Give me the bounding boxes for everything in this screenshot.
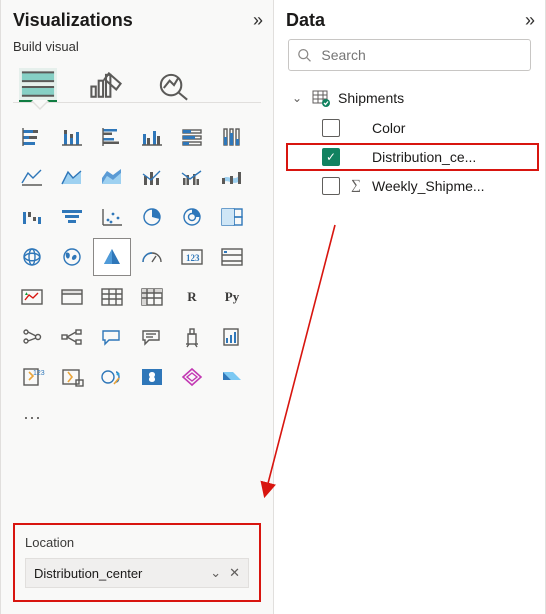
format-icon: [87, 69, 125, 101]
viz-subtitle: Build visual: [13, 39, 261, 54]
chevron-down-icon: ⌄: [290, 91, 304, 105]
viz-power-apps[interactable]: 123: [13, 358, 51, 396]
viz-qna[interactable]: [93, 318, 131, 356]
viz-line-stacked-column[interactable]: [133, 158, 171, 196]
fields-tree: ⌄ Shipments Color ✓ Distribution_ce... ∑…: [286, 83, 533, 201]
viz-filled-map[interactable]: [53, 238, 91, 276]
viz-pie[interactable]: [133, 198, 171, 236]
chip-remove-icon[interactable]: ✕: [229, 565, 240, 581]
viz-donut[interactable]: [173, 198, 211, 236]
viz-line-clustered-column[interactable]: [173, 158, 211, 196]
viz-stacked-bar[interactable]: [13, 118, 51, 156]
viz-ribbon[interactable]: [213, 158, 251, 196]
field-name: Color: [372, 120, 405, 136]
viz-title: Visualizations: [13, 10, 133, 31]
viz-clustered-bar[interactable]: [93, 118, 131, 156]
checkbox-weekly-shipments[interactable]: [322, 177, 340, 195]
viz-clustered-column[interactable]: [133, 118, 171, 156]
viz-esri[interactable]: [133, 358, 171, 396]
sigma-icon: ∑: [348, 178, 364, 194]
search-icon: [297, 47, 311, 63]
viz-multi-row-card[interactable]: [213, 238, 251, 276]
viz-matrix[interactable]: [133, 278, 171, 316]
viz-waterfall[interactable]: [13, 198, 51, 236]
tab-analytics[interactable]: [155, 68, 193, 102]
location-field-well: Location Distribution_center ⌄ ✕: [13, 523, 261, 602]
table-name: Shipments: [338, 90, 404, 106]
viz-collapse-button[interactable]: »: [253, 10, 261, 31]
table-row-shipments[interactable]: ⌄ Shipments: [286, 83, 533, 113]
viz-goals[interactable]: [173, 318, 211, 356]
viz-r-script[interactable]: R: [173, 278, 211, 316]
viz-more-ellipsis[interactable]: ···: [13, 398, 51, 436]
tab-format[interactable]: [87, 68, 125, 102]
viz-stacked-area[interactable]: [93, 158, 131, 196]
viz-line[interactable]: [13, 158, 51, 196]
data-header: Data »: [286, 10, 533, 31]
analytics-icon: [155, 69, 193, 101]
data-pane: Data » ⌄ Shipments Color ✓: [273, 0, 546, 614]
viz-python[interactable]: Py: [213, 278, 251, 316]
field-row-color[interactable]: Color: [286, 113, 533, 143]
svg-text:123: 123: [186, 253, 200, 263]
viz-100-stacked-bar[interactable]: [173, 118, 211, 156]
svg-text:123: 123: [33, 370, 45, 377]
viz-header: Visualizations »: [13, 10, 261, 31]
field-row-distribution-center[interactable]: ✓ Distribution_ce...: [286, 143, 539, 171]
viz-azure-map[interactable]: [93, 238, 131, 276]
viz-kpi[interactable]: ▲: [13, 278, 51, 316]
viz-100-stacked-column[interactable]: [213, 118, 251, 156]
tab-build[interactable]: [19, 68, 57, 102]
field-row-weekly-shipments[interactable]: ∑ Weekly_Shipme...: [286, 171, 533, 201]
viz-app-source[interactable]: [173, 358, 211, 396]
field-name: Distribution_ce...: [372, 149, 476, 165]
viz-card[interactable]: 123: [173, 238, 211, 276]
viz-gauge[interactable]: [133, 238, 171, 276]
viz-tabs: [13, 64, 261, 102]
viz-funnel[interactable]: [53, 198, 91, 236]
data-collapse-button[interactable]: »: [525, 10, 533, 31]
viz-slicer[interactable]: [53, 278, 91, 316]
field-chip-distribution-center[interactable]: Distribution_center ⌄ ✕: [25, 558, 249, 588]
viz-arcgis[interactable]: [93, 358, 131, 396]
viz-power-automate[interactable]: [53, 358, 91, 396]
search-box[interactable]: [288, 39, 531, 71]
checkbox-color[interactable]: [322, 119, 340, 137]
viz-decomposition-tree[interactable]: [53, 318, 91, 356]
chip-text: Distribution_center: [34, 566, 142, 581]
viz-area[interactable]: [53, 158, 91, 196]
well-label-location: Location: [25, 535, 249, 550]
viz-smart-narrative[interactable]: [133, 318, 171, 356]
viz-map[interactable]: [13, 238, 51, 276]
data-title: Data: [286, 10, 325, 31]
chip-dropdown-icon[interactable]: ⌄: [210, 565, 221, 581]
search-input[interactable]: [319, 46, 522, 64]
viz-paginated-report[interactable]: [213, 318, 251, 356]
viz-scatter[interactable]: [93, 198, 131, 236]
table-icon: [312, 89, 330, 107]
viz-table[interactable]: [93, 278, 131, 316]
viz-key-influencers[interactable]: [13, 318, 51, 356]
checkbox-distribution-center[interactable]: ✓: [322, 148, 340, 166]
viz-icon-grid: 123 ▲ R Py 123 ···: [13, 112, 261, 440]
svg-text:▲: ▲: [24, 291, 29, 297]
build-icon: [19, 68, 57, 100]
viz-flow[interactable]: [213, 358, 251, 396]
visualizations-pane: Visualizations » Build visual: [0, 0, 273, 614]
field-name: Weekly_Shipme...: [372, 178, 485, 194]
viz-treemap[interactable]: [213, 198, 251, 236]
viz-stacked-column[interactable]: [53, 118, 91, 156]
